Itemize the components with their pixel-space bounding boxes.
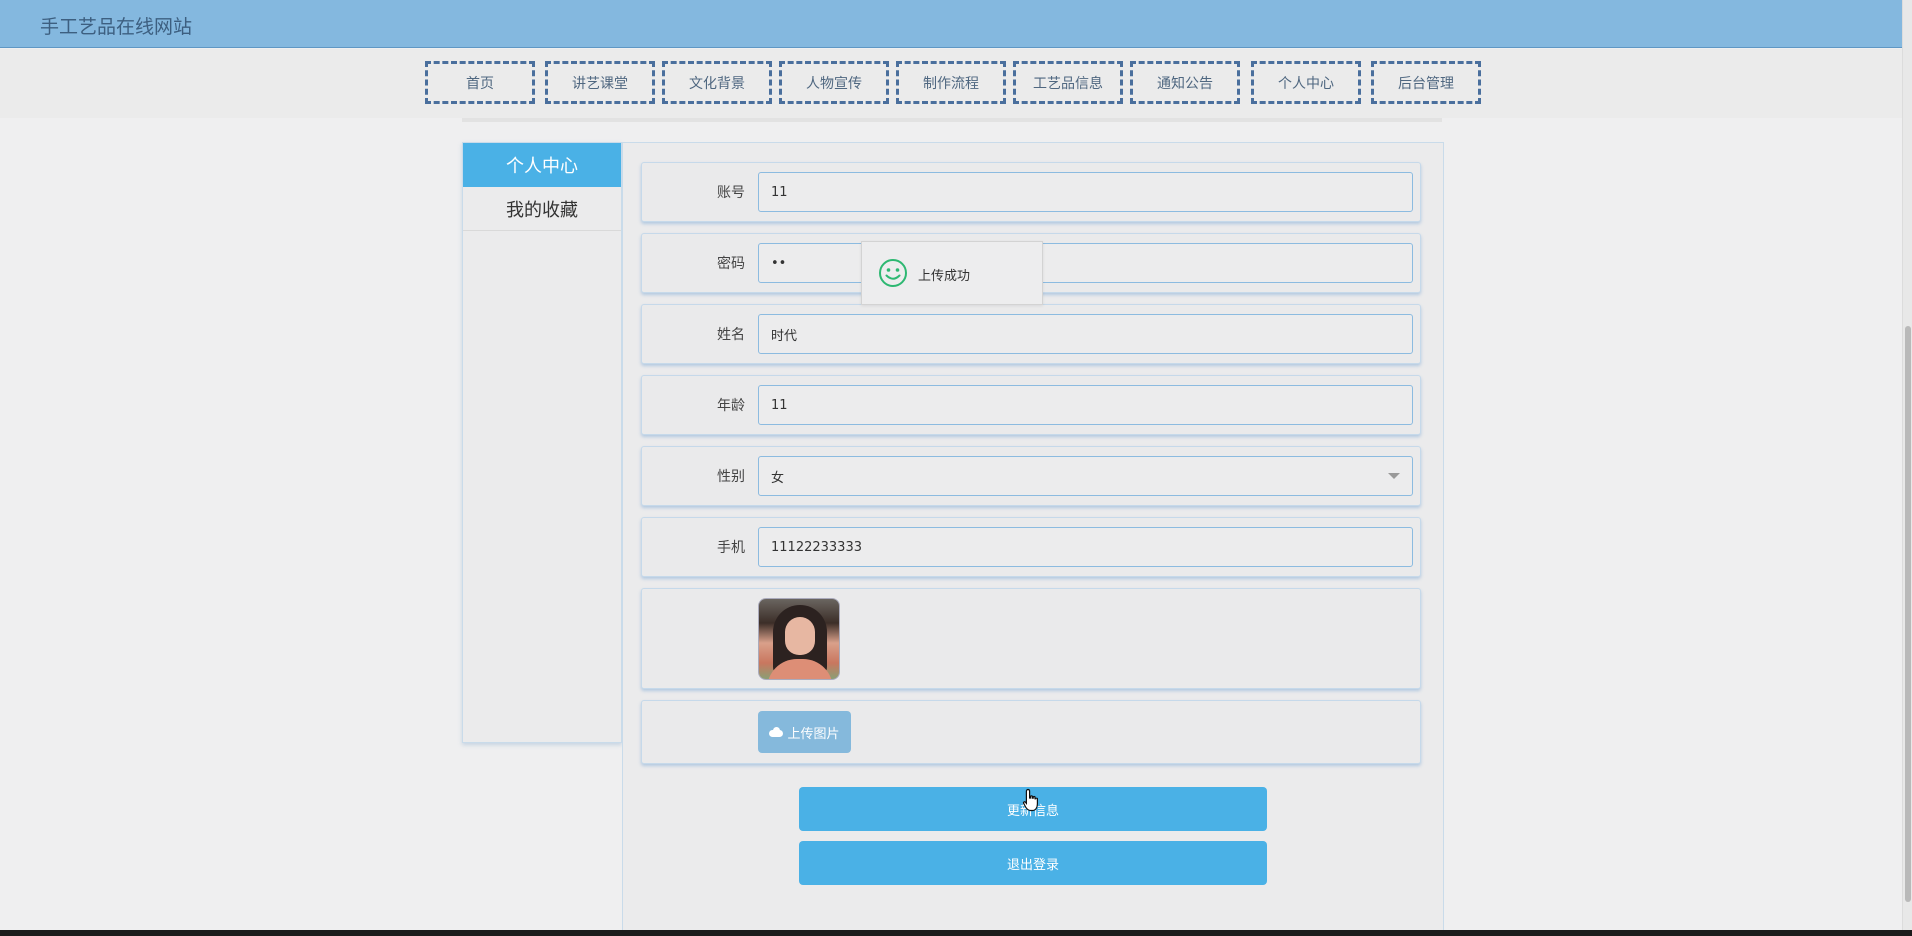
nav-item-home[interactable]: 首页: [425, 61, 535, 104]
sidebar-item-favorites[interactable]: 我的收藏: [463, 187, 621, 231]
main-nav: 首页 讲艺课堂 文化背景 人物宣传 制作流程 工艺品信息 通知公告 个人中心 后…: [0, 49, 1902, 118]
chevron-down-icon: [1388, 473, 1400, 479]
nav-item-crafts[interactable]: 工艺品信息: [1013, 61, 1123, 104]
phone-row: 手机 11122233333: [641, 517, 1421, 577]
name-row: 姓名 时代: [641, 304, 1421, 364]
nav-divider: [462, 118, 1442, 122]
gender-row: 性别 女: [641, 446, 1421, 506]
nav-item-profile[interactable]: 个人中心: [1251, 61, 1361, 104]
hand-cursor-icon: [1022, 788, 1038, 812]
toast-notification: 上传成功: [861, 241, 1043, 305]
logout-button[interactable]: 退出登录: [799, 841, 1267, 885]
account-input[interactable]: 11: [758, 172, 1413, 212]
bottom-edge: [0, 930, 1912, 936]
password-input[interactable]: ••: [758, 243, 1413, 283]
gender-select[interactable]: 女: [758, 456, 1413, 496]
upload-row: 上传图片: [641, 700, 1421, 764]
account-row: 账号 11: [641, 162, 1421, 222]
cloud-upload-icon: [769, 727, 784, 737]
nav-item-process[interactable]: 制作流程: [896, 61, 1006, 104]
age-input[interactable]: 11: [758, 385, 1413, 425]
scrollbar-thumb[interactable]: [1905, 326, 1911, 902]
age-row: 年龄 11: [641, 375, 1421, 435]
page-scrollbar[interactable]: [1902, 0, 1912, 936]
age-label: 年龄: [717, 398, 745, 414]
avatar: [758, 598, 840, 680]
upload-image-button[interactable]: 上传图片: [758, 711, 851, 753]
sidebar: 个人中心 我的收藏: [462, 142, 622, 743]
upload-image-label: 上传图片: [787, 726, 840, 742]
nav-item-people[interactable]: 人物宣传: [779, 61, 889, 104]
site-title[interactable]: 手工艺品在线网站: [40, 12, 192, 39]
smile-icon: [879, 259, 907, 287]
avatar-row: [641, 588, 1421, 689]
gender-select-value: 女: [771, 470, 785, 486]
nav-item-notices[interactable]: 通知公告: [1130, 61, 1240, 104]
sidebar-item-profile[interactable]: 个人中心: [463, 143, 621, 187]
phone-label: 手机: [717, 540, 745, 556]
name-label: 姓名: [717, 327, 745, 343]
name-input[interactable]: 时代: [758, 314, 1413, 354]
account-label: 账号: [717, 185, 745, 201]
nav-item-craft-class[interactable]: 讲艺课堂: [545, 61, 655, 104]
gender-label: 性别: [717, 469, 745, 485]
phone-input[interactable]: 11122233333: [758, 527, 1413, 567]
nav-item-admin[interactable]: 后台管理: [1371, 61, 1481, 104]
nav-item-culture[interactable]: 文化背景: [662, 61, 772, 104]
toast-message: 上传成功: [918, 269, 971, 284]
password-label: 密码: [717, 256, 745, 272]
site-header: 手工艺品在线网站: [0, 0, 1902, 48]
